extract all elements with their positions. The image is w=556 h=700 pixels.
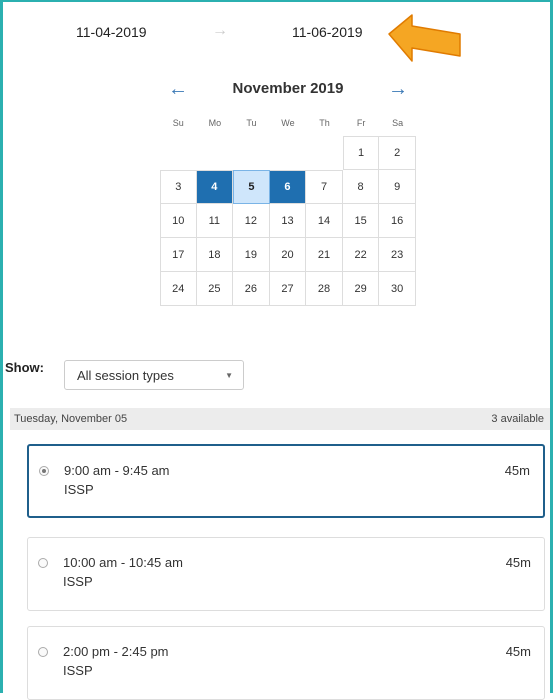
weekday-header: Su Mo Tu We Th Fr Sa (160, 118, 416, 128)
weekday-label: Su (172, 118, 184, 128)
calendar-day[interactable]: 14 (306, 204, 343, 238)
calendar-day[interactable]: 2 (379, 136, 416, 170)
day-date: Tuesday, November 05 (14, 413, 128, 425)
weekday-label: Sa (392, 118, 404, 128)
calendar-week: 3456789 (160, 170, 416, 204)
calendar-day[interactable]: 12 (233, 204, 270, 238)
date-range: 11-04-2019 → 11-06-2019 (0, 22, 556, 44)
weekday-label: Th (319, 118, 330, 128)
calendar-day[interactable]: 20 (269, 238, 307, 272)
time-slot[interactable]: 2:00 pm - 2:45 pm ISSP 45m (27, 626, 545, 700)
slot-duration: 45m (504, 463, 530, 478)
calendar-day[interactable]: 15 (342, 204, 380, 238)
time-slot[interactable]: 9:00 am - 9:45 am ISSP 45m (27, 444, 545, 518)
calendar-day[interactable]: 24 (160, 272, 197, 306)
slot-time: 10:00 am - 10:45 am (63, 555, 183, 570)
slot-duration: 45m (505, 644, 531, 659)
slot-time: 2:00 pm - 2:45 pm (63, 644, 169, 659)
calendar-day[interactable]: 25 (196, 272, 234, 306)
radio-icon[interactable] (38, 558, 48, 568)
radio-icon[interactable] (38, 647, 48, 657)
session-type-select[interactable]: All session types ▼ (64, 360, 244, 390)
calendar-day[interactable]: 26 (233, 272, 270, 306)
calendar-day[interactable]: 28 (306, 272, 343, 306)
range-arrow-icon: → (212, 22, 228, 39)
day-header: Tuesday, November 05 3 available (10, 408, 550, 430)
weekday-label: We (281, 118, 295, 128)
calendar-day[interactable]: 30 (379, 272, 416, 306)
slot-duration: 45m (505, 555, 531, 570)
time-slot[interactable]: 10:00 am - 10:45 am ISSP 45m (27, 537, 545, 611)
callout-arrow-icon (388, 14, 461, 62)
next-month-icon[interactable]: → (388, 78, 408, 101)
month-title: November 2019 (232, 80, 344, 97)
radio-icon[interactable] (39, 466, 49, 476)
calendar-day[interactable]: 22 (342, 238, 380, 272)
calendar-week: 10 11 12 13 14 15 16 (160, 204, 416, 238)
slot-service: ISSP (63, 574, 93, 589)
calendar-day[interactable]: 11 (196, 204, 234, 238)
calendar-week: 17 18 19 20 21 22 23 (160, 238, 416, 272)
calendar-empty-cell (160, 136, 197, 170)
filter-label: Show: (5, 360, 44, 375)
calendar-day[interactable]: 8 (342, 170, 380, 204)
calendar-day[interactable]: 3 (160, 170, 197, 204)
calendar-day[interactable]: 7 (306, 170, 343, 204)
calendar-week: 12 (160, 136, 416, 170)
calendar-day[interactable]: 27 (269, 272, 307, 306)
calendar-empty-cell (233, 136, 270, 170)
end-date[interactable]: 11-06-2019 (292, 24, 363, 40)
slot-service: ISSP (63, 663, 93, 678)
calendar-day[interactable]: 10 (160, 204, 197, 238)
calendar-day[interactable]: 23 (379, 238, 416, 272)
calendar-day[interactable]: 18 (196, 238, 234, 272)
calendar-day[interactable]: 21 (306, 238, 343, 272)
slot-service: ISSP (64, 482, 94, 497)
calendar-grid: 1 2 3 4 5 6 7 8 9 10 11 12 13 14 15 16 17 18 19 20 21 22 23 24 2… (160, 136, 416, 306)
calendar-empty-cell (306, 136, 343, 170)
calendar-day[interactable]: 29 (342, 272, 380, 306)
calendar-day[interactable]: 1 (342, 136, 380, 170)
calendar-day[interactable]: 16 (379, 204, 416, 238)
calendar-header: ← November 2019 → (160, 78, 416, 101)
calendar-empty-cell (197, 136, 234, 170)
slot-time: 9:00 am - 9:45 am (64, 463, 170, 478)
weekday-label: Mo (208, 118, 222, 128)
calendar-day[interactable]: 9 (379, 170, 416, 204)
calendar-empty-cell (270, 136, 307, 170)
calendar-day[interactable]: 13 (269, 204, 307, 238)
calendar-week: 24 25 26 27 28 29 30 (160, 272, 416, 306)
weekday-label: Fr (356, 118, 366, 128)
start-date[interactable]: 11-04-2019 (76, 24, 147, 40)
calendar-day[interactable]: 6 (269, 170, 307, 204)
calendar-day[interactable]: 17 (160, 238, 197, 272)
select-value: All session types (77, 368, 174, 383)
calendar-day[interactable]: 5 (233, 170, 270, 204)
chevron-down-icon: ▼ (225, 371, 233, 380)
availability-count: 3 available (491, 413, 544, 425)
calendar-day[interactable]: 4 (196, 170, 234, 204)
weekday-label: Tu (246, 118, 257, 128)
calendar-day[interactable]: 19 (233, 238, 270, 272)
